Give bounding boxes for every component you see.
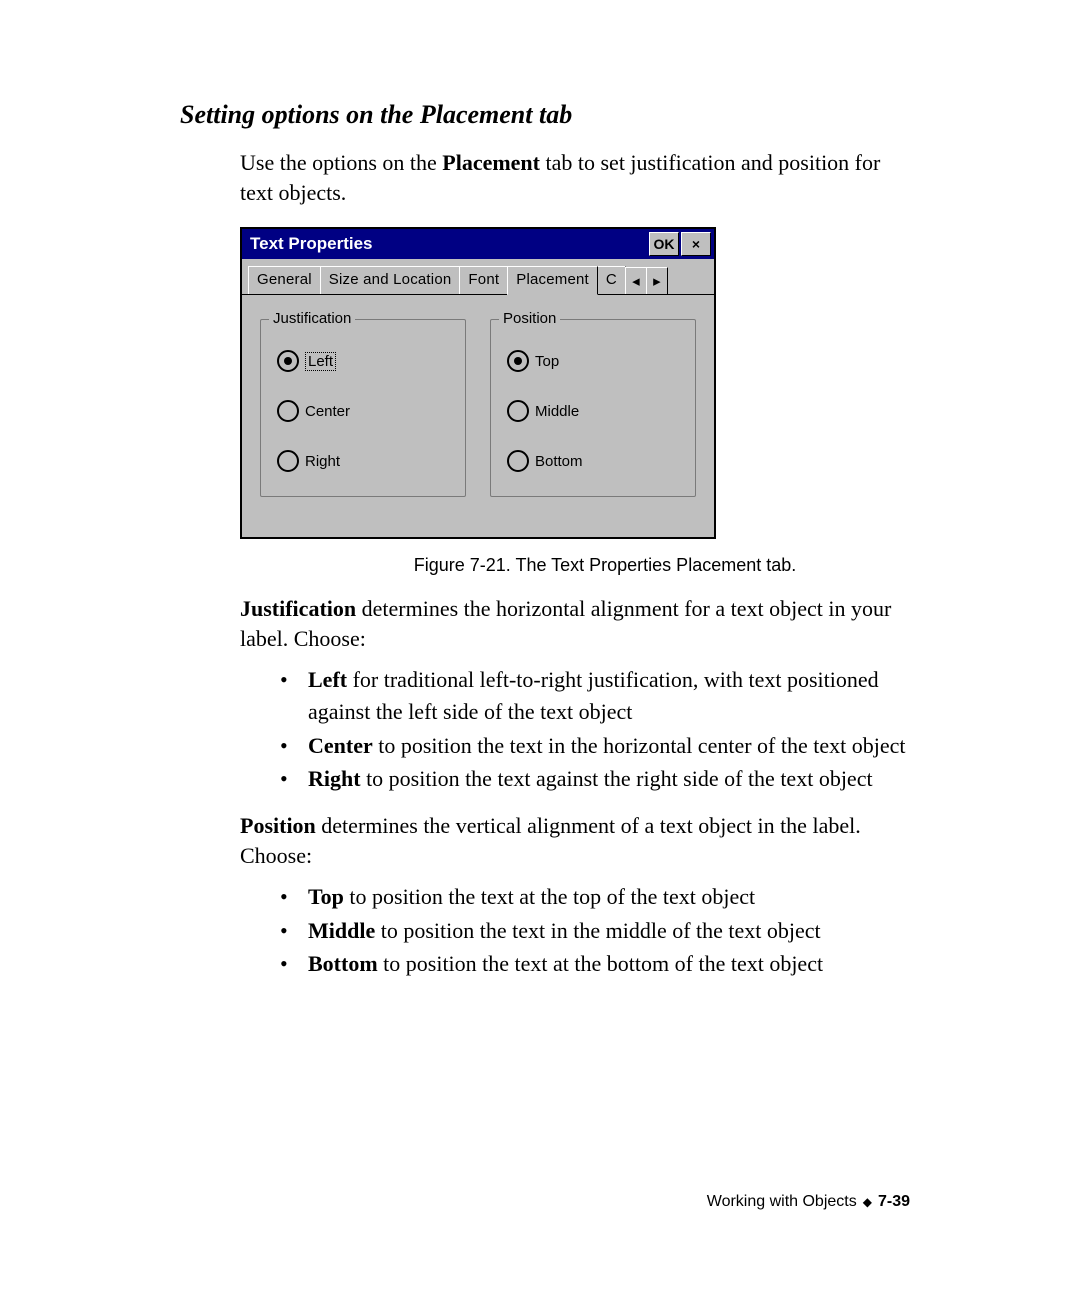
text-bold: Left: [308, 667, 347, 692]
text-bold: Bottom: [308, 951, 378, 976]
document-page: Setting options on the Placement tab Use…: [0, 0, 1080, 1311]
position-group: Position Top Middle Bottom: [490, 319, 696, 497]
radio-label: Middle: [535, 403, 579, 420]
justification-group: Justification Left Center Right: [260, 319, 466, 497]
section-heading: Setting options on the Placement tab: [180, 100, 910, 130]
radio-icon: [507, 350, 529, 372]
diamond-icon: ◆: [863, 1195, 872, 1209]
radio-label: Left: [305, 352, 336, 371]
list-item: Center to position the text in the horiz…: [280, 730, 910, 762]
radio-bottom[interactable]: Bottom: [507, 450, 681, 472]
text: to position the text in the horizontal c…: [373, 733, 906, 758]
tab-scroll-right-icon[interactable]: ▸: [646, 267, 668, 294]
text: determines the vertical alignment of a t…: [240, 813, 861, 868]
radio-icon: [507, 400, 529, 422]
position-paragraph: Position determines the vertical alignme…: [240, 811, 910, 870]
tab-font[interactable]: Font: [459, 266, 508, 294]
page-footer: Working with Objects ◆ 7-39: [707, 1193, 910, 1211]
radio-label: Right: [305, 453, 340, 470]
list-item: Middle to position the text in the middl…: [280, 915, 910, 947]
radio-icon: [277, 350, 299, 372]
tab-general[interactable]: General: [248, 266, 321, 294]
radio-label: Center: [305, 403, 350, 420]
list-item: Left for traditional left-to-right justi…: [280, 664, 910, 728]
radio-icon: [507, 450, 529, 472]
tab-strip: General Size and Location Font Placement…: [242, 259, 714, 295]
text: for traditional left-to-right justificat…: [308, 667, 879, 724]
close-button[interactable]: ×: [681, 232, 711, 256]
list-item: Right to position the text against the r…: [280, 763, 910, 795]
radio-left[interactable]: Left: [277, 350, 451, 372]
text-bold: Justification: [240, 596, 356, 621]
radio-icon: [277, 400, 299, 422]
position-bullets: Top to position the text at the top of t…: [280, 881, 910, 981]
justification-legend: Justification: [269, 310, 355, 327]
dialog-figure: Text Properties OK × General Size and Lo…: [240, 227, 910, 576]
text-bold: Right: [308, 766, 361, 791]
radio-middle[interactable]: Middle: [507, 400, 681, 422]
text-bold: Position: [240, 813, 316, 838]
intro-text-bold: Placement: [442, 150, 540, 175]
radio-center[interactable]: Center: [277, 400, 451, 422]
dialog-titlebar: Text Properties OK ×: [242, 229, 714, 259]
radio-label: Bottom: [535, 453, 583, 470]
text: to position the text at the bottom of th…: [378, 951, 823, 976]
text-bold: Center: [308, 733, 373, 758]
list-item: Bottom to position the text at the botto…: [280, 948, 910, 980]
text-properties-dialog: Text Properties OK × General Size and Lo…: [240, 227, 716, 539]
text: to position the text against the right s…: [361, 766, 873, 791]
tab-placement[interactable]: Placement: [507, 266, 598, 295]
tab-overflow[interactable]: C: [597, 266, 626, 294]
radio-icon: [277, 450, 299, 472]
dialog-body: Justification Left Center Right: [242, 295, 714, 537]
radio-label: Top: [535, 353, 559, 370]
text: to position the text in the middle of th…: [375, 918, 820, 943]
intro-text-pre: Use the options on the: [240, 150, 442, 175]
footer-page-number: 7-39: [878, 1193, 910, 1211]
justification-bullets: Left for traditional left-to-right justi…: [280, 664, 910, 796]
justification-paragraph: Justification determines the horizontal …: [240, 594, 910, 653]
intro-paragraph: Use the options on the Placement tab to …: [240, 148, 910, 207]
text: to position the text at the top of the t…: [344, 884, 755, 909]
footer-section: Working with Objects: [707, 1193, 857, 1211]
tab-size-and-location[interactable]: Size and Location: [320, 266, 461, 294]
position-legend: Position: [499, 310, 560, 327]
text-bold: Middle: [308, 918, 375, 943]
figure-caption: Figure 7-21. The Text Properties Placeme…: [300, 555, 910, 576]
tab-scroll-left-icon[interactable]: ◂: [625, 267, 647, 294]
radio-top[interactable]: Top: [507, 350, 681, 372]
dialog-title: Text Properties: [250, 234, 647, 254]
text-bold: Top: [308, 884, 344, 909]
radio-right[interactable]: Right: [277, 450, 451, 472]
list-item: Top to position the text at the top of t…: [280, 881, 910, 913]
ok-button[interactable]: OK: [649, 232, 679, 256]
